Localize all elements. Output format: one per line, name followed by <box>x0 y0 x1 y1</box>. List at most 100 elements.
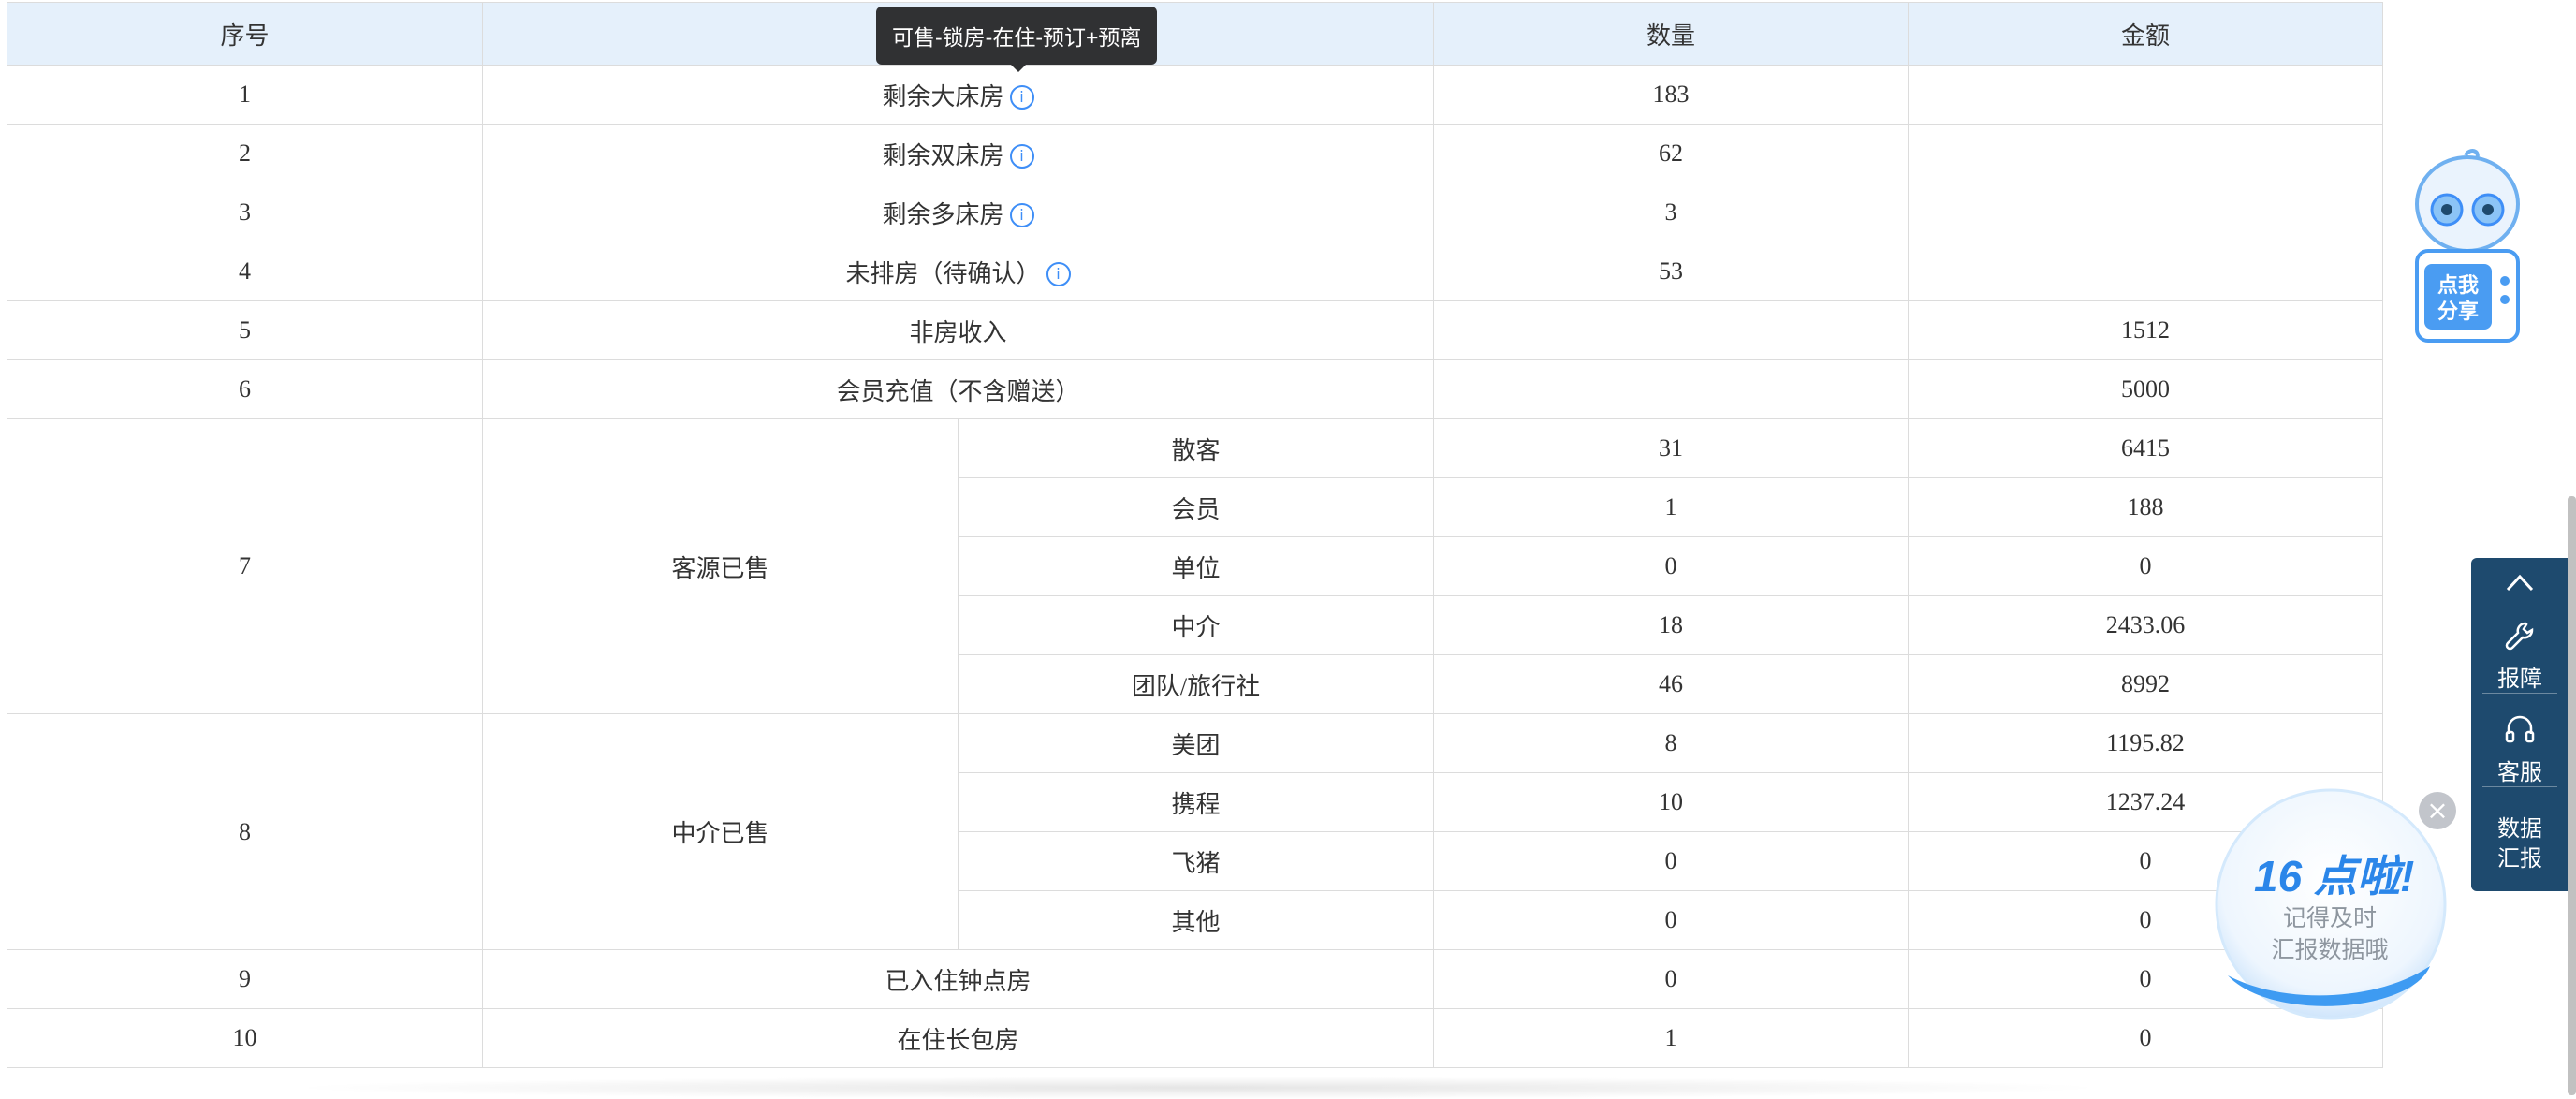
mascot-text-line1: 点我 <box>2437 273 2479 297</box>
row-amount <box>1908 242 2383 301</box>
share-mascot[interactable]: 点我 分享 <box>2411 148 2524 344</box>
row-label: 非房收入 <box>482 300 1434 360</box>
row-label: 剩余多床房 i <box>482 183 1434 242</box>
row-quantity: 0 <box>1433 890 1909 950</box>
data-report-label-line2: 汇报 <box>2497 846 2542 872</box>
sub-row-label: 携程 <box>958 772 1434 832</box>
row-label: 剩余双床房 i <box>482 124 1434 183</box>
table-body: 1 剩余大床房 i 183 2 剩余双床房 i 62 3 剩余多床房 i 3 4 未排房（待确认） i 53 5… <box>7 65 2383 1068</box>
row-quantity: 46 <box>1433 654 1909 714</box>
row-quantity: 62 <box>1433 124 1909 183</box>
row-quantity: 8 <box>1433 713 1909 773</box>
sub-row-label: 其他 <box>958 890 1434 950</box>
headset-icon <box>2505 715 2535 743</box>
row-quantity: 18 <box>1433 595 1909 655</box>
sub-row-label: 中介 <box>958 595 1434 655</box>
row-label: 未排房（待确认） i <box>482 242 1434 301</box>
header-quantity: 数量 <box>1433 2 1909 66</box>
mascot-knob-2 <box>2500 295 2510 304</box>
info-icon[interactable]: i <box>1009 84 1034 110</box>
row-label-text: 剩余双床房 <box>882 141 1004 169</box>
reminder-line2: 汇报数据哦 <box>2271 937 2389 963</box>
data-report-label-line1: 数据 <box>2497 816 2542 842</box>
row-amount <box>1908 124 2383 183</box>
group-label: 中介已售 <box>482 713 959 950</box>
table-row: 5 非房收入 1512 <box>7 300 2383 360</box>
row-label-text: 剩余大床房 <box>882 82 1004 110</box>
data-report-button[interactable]: 数据 汇报 <box>2471 814 2569 874</box>
close-reminder-button[interactable]: × <box>2419 792 2456 829</box>
row-label-text: 剩余多床房 <box>882 200 1004 228</box>
scrollbar-thumb[interactable] <box>2568 496 2576 1095</box>
row-index: 6 <box>7 359 483 419</box>
row-quantity <box>1433 359 1909 419</box>
table-row: 6 会员充值（不含赠送） 5000 <box>7 359 2383 419</box>
sub-row-label: 单位 <box>958 536 1434 596</box>
reminder-title: 16 点啦! <box>2254 852 2415 901</box>
row-amount: 2433.06 <box>1908 595 2383 655</box>
mascot-left-pupil <box>2441 204 2452 215</box>
row-label: 剩余大床房 i <box>482 65 1434 125</box>
row-index: 5 <box>7 300 483 360</box>
data-table: 序号 数量 金额 1 剩余大床房 i 183 2 剩余双床房 i 62 3 剩余多床房 i 3 4 未排房… <box>7 2 2383 1068</box>
row-quantity: 183 <box>1433 65 1909 125</box>
customer-service-label: 客服 <box>2497 760 2542 785</box>
row-quantity: 0 <box>1433 831 1909 891</box>
table-row: 9 已入住钟点房 0 0 <box>7 949 2383 1009</box>
row-label-text: 会员充值（不含赠送） <box>836 377 1080 405</box>
bottom-shadow <box>281 1077 2115 1099</box>
row-quantity: 10 <box>1433 772 1909 832</box>
sub-row-label: 散客 <box>958 418 1434 478</box>
chevron-up-icon <box>2506 574 2534 592</box>
row-quantity: 0 <box>1433 536 1909 596</box>
report-issue-button[interactable]: 报障 <box>2471 620 2569 693</box>
header-amount: 金额 <box>1908 2 2383 66</box>
row-amount: 0 <box>1908 536 2383 596</box>
side-tool-panel: 报障 客服 数据 汇报 <box>2471 558 2569 891</box>
info-icon[interactable]: i <box>1046 261 1071 286</box>
scroll-top-button[interactable] <box>2471 571 2569 600</box>
row-amount: 1195.82 <box>1908 713 2383 773</box>
row-amount <box>1908 183 2383 242</box>
row-quantity: 0 <box>1433 949 1909 1009</box>
row-amount: 188 <box>1908 477 2383 537</box>
sub-row-label: 美团 <box>958 713 1434 773</box>
row-quantity: 1 <box>1433 477 1909 537</box>
info-icon[interactable]: i <box>1009 202 1034 227</box>
row-amount: 6415 <box>1908 418 2383 478</box>
row-index: 2 <box>7 124 483 183</box>
row-amount: 8992 <box>1908 654 2383 714</box>
row-quantity: 3 <box>1433 183 1909 242</box>
sub-row-label: 飞猪 <box>958 831 1434 891</box>
row-label: 在住长包房 <box>482 1008 1434 1068</box>
group-label: 客源已售 <box>482 418 959 714</box>
row-index: 3 <box>7 183 483 242</box>
sub-row-label: 会员 <box>958 477 1434 537</box>
table-row: 8 中介已售 美团 8 1195.82 <box>7 713 2383 950</box>
header-index: 序号 <box>7 2 483 66</box>
row-label-text: 非房收入 <box>909 318 1007 346</box>
mascot-text-line2: 分享 <box>2437 300 2479 323</box>
row-index: 7 <box>7 418 483 714</box>
table-row: 1 剩余大床房 i 183 <box>7 65 2383 125</box>
row-quantity: 1 <box>1433 1008 1909 1068</box>
wrench-icon <box>2505 622 2534 651</box>
reminder-subtitle: 记得及时 汇报数据哦 <box>2254 902 2406 966</box>
row-amount: 1512 <box>1908 300 2383 360</box>
row-index: 1 <box>7 65 483 125</box>
table-row: 10 在住长包房 1 0 <box>7 1008 2383 1068</box>
table-row: 3 剩余多床房 i 3 <box>7 183 2383 242</box>
row-quantity: 53 <box>1433 242 1909 301</box>
table-row: 4 未排房（待确认） i 53 <box>7 242 2383 301</box>
mascot-right-pupil <box>2482 204 2494 215</box>
report-issue-label: 报障 <box>2497 667 2542 692</box>
row-amount: 5000 <box>1908 359 2383 419</box>
row-index: 9 <box>7 949 483 1009</box>
customer-service-button[interactable]: 客服 <box>2471 713 2569 786</box>
row-label-text: 未排房（待确认） <box>845 259 1041 287</box>
table-row: 7 客源已售 散客 31 6415 <box>7 418 2383 714</box>
table-header-row: 序号 数量 金额 <box>7 2 2383 66</box>
info-icon[interactable]: i <box>1009 143 1034 169</box>
row-label: 会员充值（不含赠送） <box>482 359 1434 419</box>
row-index: 10 <box>7 1008 483 1068</box>
